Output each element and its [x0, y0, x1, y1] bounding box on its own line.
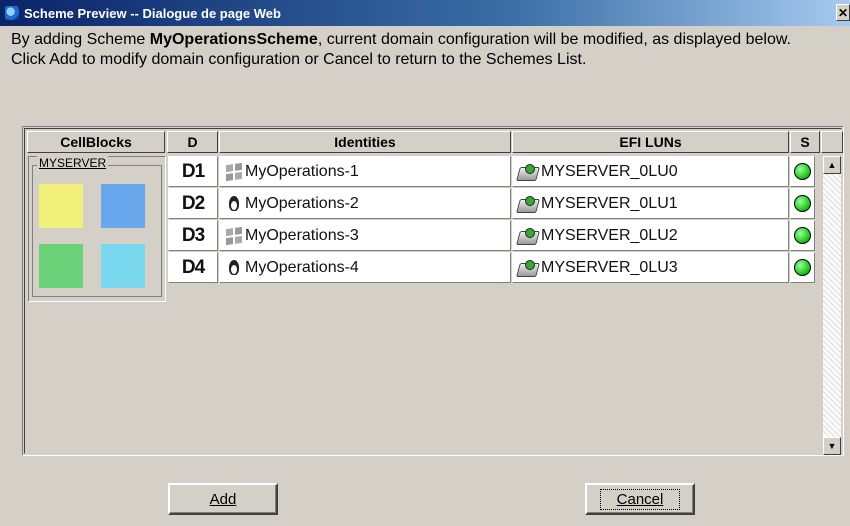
scroll-down-button[interactable]: ▼ [823, 437, 841, 455]
domain-badge: D2 [181, 192, 205, 214]
identity-name: MyOperations-2 [245, 194, 359, 212]
domain-cell: D3 [168, 220, 218, 251]
title-bar: Scheme Preview -- Dialogue de page Web ✕ [0, 0, 850, 26]
preview-message: By adding Scheme MyOperationsScheme, cur… [11, 30, 841, 70]
cellblock-tile-d4[interactable]: D4 [101, 184, 145, 228]
table-body: D1 MyOperations-1 MYSERVER_0LU0 D2 MyOpe… [168, 156, 815, 456]
status-cell [790, 188, 815, 219]
header-efi-luns: EFI LUNs [512, 131, 789, 153]
domain-cell: D4 [168, 252, 218, 283]
status-ok-icon [794, 259, 811, 276]
windows-icon [226, 226, 242, 245]
header-corner [821, 131, 843, 153]
identity-cell: MyOperations-3 [219, 220, 511, 251]
linux-icon [226, 259, 242, 276]
tile-background [39, 244, 83, 288]
disk-icon [517, 259, 539, 277]
message-line-1: By adding Scheme MyOperationsScheme, cur… [11, 30, 841, 50]
header-cellblocks: CellBlocks [27, 131, 165, 153]
identity-name: MyOperations-1 [245, 162, 359, 180]
status-ok-icon [794, 163, 811, 180]
cellblock-frame: D3 D4 D2 D1 [32, 165, 162, 297]
table-row[interactable]: D1 MyOperations-1 MYSERVER_0LU0 [168, 156, 815, 188]
lun-cell: MYSERVER_0LU1 [512, 188, 789, 219]
cellblock-tile-d2[interactable]: D2 [39, 244, 83, 288]
table-row[interactable]: D4 MyOperations-4 MYSERVER_0LU3 [168, 252, 815, 284]
lun-name: MYSERVER_0LU1 [541, 194, 678, 212]
tile-background [101, 244, 145, 288]
table-row[interactable]: D2 MyOperations-2 MYSERVER_0LU1 [168, 188, 815, 220]
lun-cell: MYSERVER_0LU3 [512, 252, 789, 283]
tile-background [39, 184, 83, 228]
identity-cell: MyOperations-1 [219, 156, 511, 187]
identity-name: MyOperations-3 [245, 226, 359, 244]
lun-name: MYSERVER_0LU2 [541, 226, 678, 244]
disk-icon [517, 163, 539, 181]
message-prefix: By adding Scheme [11, 31, 150, 48]
close-button[interactable]: ✕ [836, 4, 850, 21]
disk-icon [517, 195, 539, 213]
header-identities: Identities [219, 131, 511, 153]
message-suffix: , current domain configuration will be m… [317, 31, 791, 48]
message-line-2: Click Add to modify domain configuration… [11, 51, 587, 68]
window-title: Scheme Preview -- Dialogue de page Web [24, 5, 281, 21]
status-cell [790, 156, 815, 187]
focus-ring: Cancel [599, 488, 681, 510]
status-cell [790, 220, 815, 251]
identity-cell: MyOperations-2 [219, 188, 511, 219]
lun-cell: MYSERVER_0LU2 [512, 220, 789, 251]
vertical-scrollbar[interactable]: ▲ ▼ [823, 156, 841, 455]
disk-icon [517, 227, 539, 245]
lun-name: MYSERVER_0LU3 [541, 258, 678, 276]
linux-icon [226, 195, 242, 212]
tile-background [101, 184, 145, 228]
table-row[interactable]: D3 MyOperations-3 MYSERVER_0LU2 [168, 220, 815, 252]
scheme-name: MyOperationsScheme [149, 31, 318, 48]
cellblock-tile-d1[interactable]: D1 [101, 244, 145, 288]
header-s: S [790, 131, 820, 153]
cancel-button[interactable]: Cancel [585, 483, 695, 515]
status-ok-icon [794, 227, 811, 244]
add-button[interactable]: Add [168, 483, 278, 515]
browser-icon [4, 5, 20, 21]
domain-cell: D2 [168, 188, 218, 219]
identity-cell: MyOperations-4 [219, 252, 511, 283]
lun-cell: MYSERVER_0LU0 [512, 156, 789, 187]
status-ok-icon [794, 195, 811, 212]
scroll-up-button[interactable]: ▲ [823, 156, 841, 174]
cellblocks-group-label: MYSERVER [37, 156, 109, 170]
header-d: D [167, 131, 218, 153]
scheme-preview-table: CellBlocks D Identities EFI LUNs S D3 D4… [22, 126, 844, 456]
lun-name: MYSERVER_0LU0 [541, 162, 678, 180]
cellblock-tile-d3[interactable]: D3 [39, 184, 83, 228]
domain-badge: D1 [181, 160, 205, 182]
domain-badge: D4 [181, 256, 205, 278]
domain-badge: D3 [181, 224, 205, 246]
domain-cell: D1 [168, 156, 218, 187]
cancel-button-label: Cancel [616, 490, 664, 508]
status-cell [790, 252, 815, 283]
add-button-label: Add [209, 490, 237, 508]
windows-icon [226, 162, 242, 181]
identity-name: MyOperations-4 [245, 258, 359, 276]
cellblocks-panel: D3 D4 D2 D1 MYSERVER [28, 156, 166, 302]
